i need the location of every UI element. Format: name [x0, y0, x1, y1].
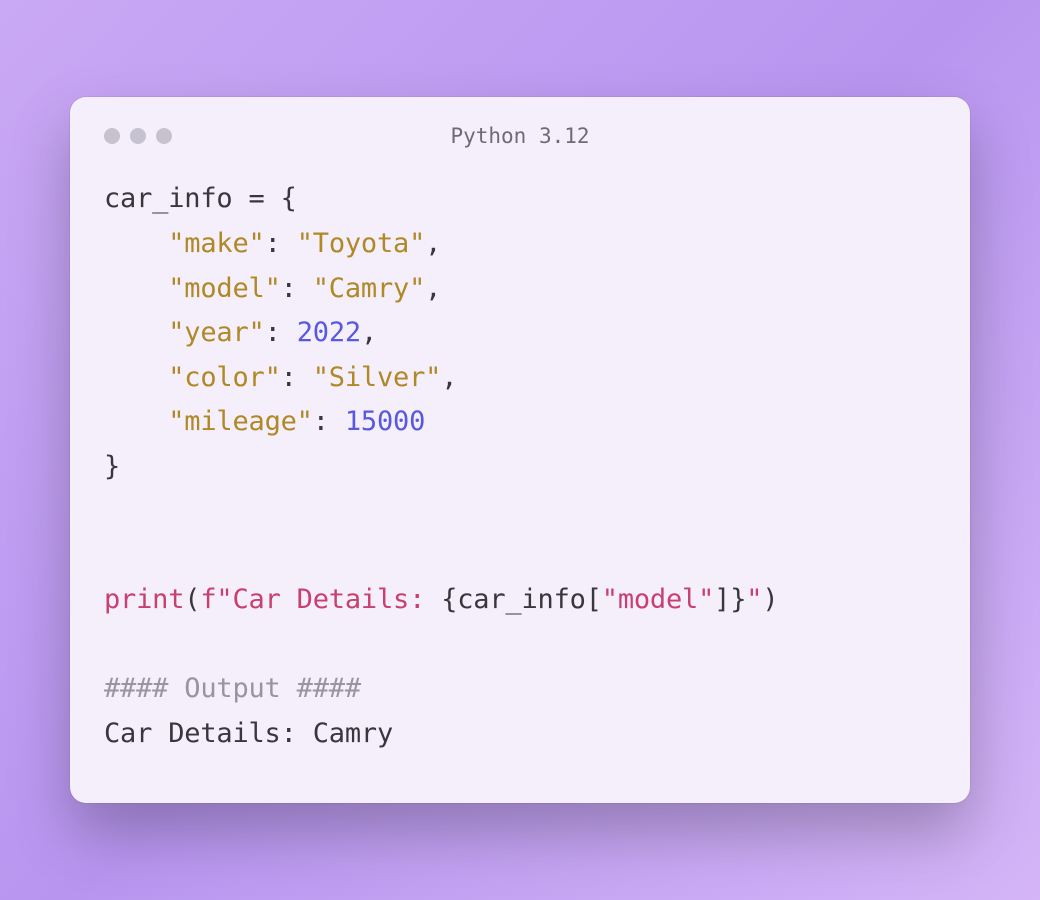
- code-token-punct: = {: [232, 183, 296, 214]
- dict-entry: "mileage": 15000: [104, 406, 425, 437]
- code-token-fstring: f"Car Details:: [200, 584, 441, 615]
- code-token-variable: car_info: [104, 183, 232, 214]
- code-token-punct: :: [265, 228, 297, 259]
- dict-entry: "model": "Camry",: [104, 273, 441, 304]
- code-token-string: "Camry": [313, 273, 425, 304]
- zoom-icon[interactable]: [156, 128, 172, 144]
- code-token-punct: }: [730, 584, 746, 615]
- code-token-fstring: ": [746, 584, 762, 615]
- code-token-punct: ,: [425, 228, 441, 259]
- code-token-punct: }: [104, 451, 120, 482]
- code-indent: [104, 317, 168, 348]
- code-token-number: 2022: [297, 317, 361, 348]
- close-icon[interactable]: [104, 128, 120, 144]
- code-token-punct: ,: [425, 273, 441, 304]
- code-token-punct: {: [441, 584, 457, 615]
- dict-entry: "make": "Toyota",: [104, 228, 441, 259]
- code-token-punct: :: [281, 273, 313, 304]
- code-token-punct: :: [265, 317, 297, 348]
- dict-entry: "color": "Silver",: [104, 362, 457, 393]
- code-token-punct: ,: [361, 317, 377, 348]
- code-token-string: "mileage": [168, 406, 313, 437]
- code-token-punct: :: [281, 362, 313, 393]
- code-token-punct: [: [586, 584, 602, 615]
- code-token-punct: :: [313, 406, 345, 437]
- traffic-lights: [104, 128, 172, 144]
- code-token-function: print: [104, 584, 184, 615]
- editor-window: Python 3.12 car_info = { "make": "Toyota…: [70, 97, 970, 802]
- code-token-punct: ]: [714, 584, 730, 615]
- code-token-string: "Silver": [313, 362, 441, 393]
- code-token-string: "make": [168, 228, 264, 259]
- code-indent: [104, 406, 168, 437]
- code-token-string: "year": [168, 317, 264, 348]
- code-area[interactable]: car_info = { "make": "Toyota", "model": …: [104, 177, 936, 756]
- code-indent: [104, 362, 168, 393]
- window-title: Python 3.12: [104, 124, 936, 148]
- dict-entry: "year": 2022,: [104, 317, 377, 348]
- code-token-string: "model": [168, 273, 280, 304]
- output-line: Car Details: Camry: [104, 718, 393, 749]
- code-token-string: "Toyota": [297, 228, 425, 259]
- output-header: #### Output ####: [104, 673, 361, 704]
- minimize-icon[interactable]: [130, 128, 146, 144]
- code-token-punct: (: [184, 584, 200, 615]
- code-token-number: 15000: [345, 406, 425, 437]
- code-indent: [104, 228, 168, 259]
- code-token-punct: ): [762, 584, 778, 615]
- titlebar: Python 3.12: [104, 125, 936, 147]
- code-token-string: "color": [168, 362, 280, 393]
- code-indent: [104, 273, 168, 304]
- code-token-variable: car_info: [457, 584, 585, 615]
- code-token-punct: ,: [441, 362, 457, 393]
- code-token-string: "model": [602, 584, 714, 615]
- print-line: print(f"Car Details: {car_info["model"]}…: [104, 584, 778, 615]
